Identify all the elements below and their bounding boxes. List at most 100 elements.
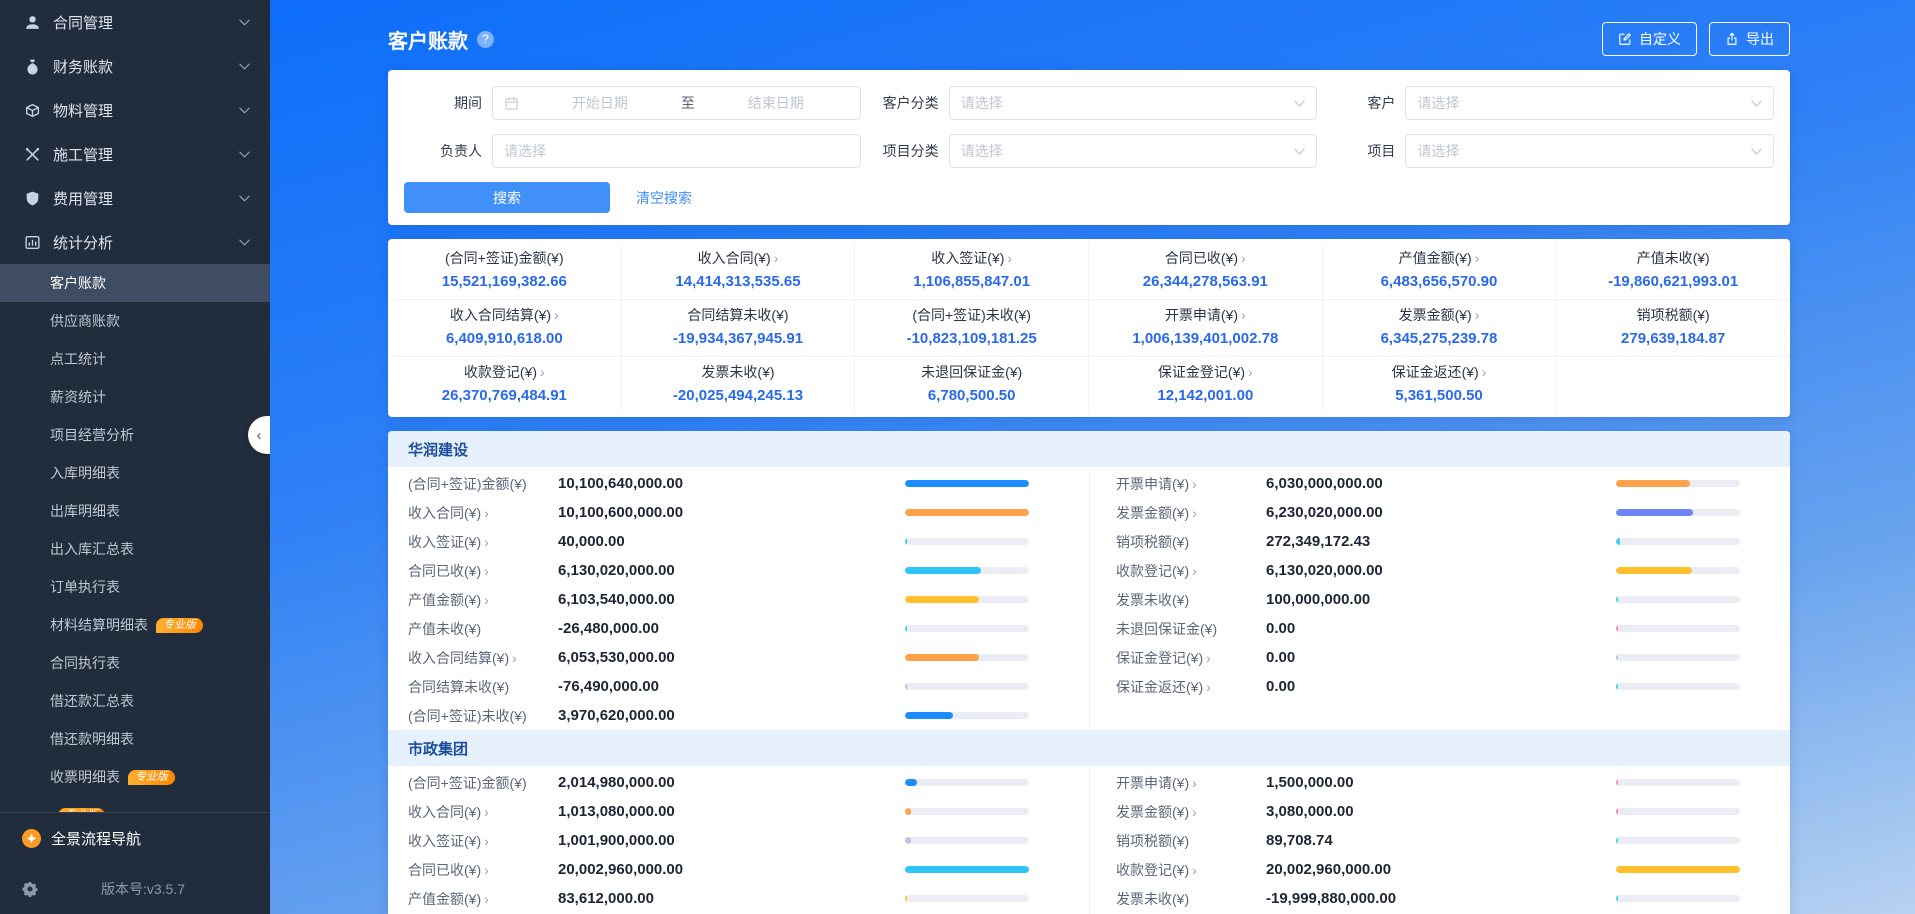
sidebar-subitem[interactable]: 材料结算明细表专业版 xyxy=(0,606,270,644)
sidebar-subitem[interactable]: 借还款汇总表 xyxy=(0,682,270,720)
metric-label[interactable]: 开票申请(¥)› xyxy=(1116,474,1266,494)
summary-label[interactable]: 合同已收(¥)› xyxy=(1095,249,1316,268)
sidebar-item-contract[interactable]: 合同管理 xyxy=(0,0,270,44)
metric-row: 保证金登记(¥)›0.00 xyxy=(1116,643,1740,672)
sidebar-subitem[interactable]: 借还款明细表 xyxy=(0,720,270,758)
summary-label[interactable]: 开票申请(¥)› xyxy=(1095,306,1316,325)
sidebar-item-finance[interactable]: 财务账款 xyxy=(0,44,270,88)
sidebar-subitem[interactable]: 订单执行表 xyxy=(0,568,270,606)
metric-bar xyxy=(1616,596,1740,603)
export-button[interactable]: 导出 xyxy=(1709,22,1790,56)
summary-cell: 保证金登记(¥)›12,142,001.00 xyxy=(1089,357,1323,413)
chevron-right-icon: › xyxy=(484,891,489,907)
metric-value: 272,349,172.43 xyxy=(1266,533,1606,550)
sidebar-subitem[interactable]: 点工统计 xyxy=(0,340,270,378)
help-icon[interactable]: ? xyxy=(477,31,494,48)
metric-label[interactable]: 收入合同结算(¥)› xyxy=(408,648,558,668)
main-content: 客户账款 ? 自定义 导出 期间 开始 xyxy=(270,0,1915,914)
sidebar-subitem[interactable]: 薪资统计 xyxy=(0,378,270,416)
metric-bar xyxy=(905,538,1029,545)
customize-button[interactable]: 自定义 xyxy=(1602,22,1697,56)
metric-label[interactable]: 发票金额(¥)› xyxy=(1116,503,1266,523)
filter-panel: 期间 开始日期 至 结束日期 客户分类 请选择 xyxy=(388,70,1790,225)
chart-icon xyxy=(24,234,41,251)
select-placeholder: 请选择 xyxy=(1417,141,1459,161)
metric-label[interactable]: 开票申请(¥)› xyxy=(1116,773,1266,793)
metric-label: 销项税额(¥) xyxy=(1116,831,1266,851)
summary-label: 未退回保证金(¥) xyxy=(861,363,1082,382)
sidebar-item-stats[interactable]: 统计分析 xyxy=(0,220,270,264)
metric-label[interactable]: 收款登记(¥)› xyxy=(1116,860,1266,880)
chevron-right-icon: › xyxy=(1475,307,1480,323)
date-range-input[interactable]: 开始日期 至 结束日期 xyxy=(492,86,861,120)
sidebar-subitem[interactable]: 专业版 xyxy=(0,796,270,813)
metric-label[interactable]: 收入合同(¥)› xyxy=(408,802,558,822)
owner-select[interactable]: 请选择 xyxy=(492,134,861,168)
sidebar-item-expense[interactable]: 费用管理 xyxy=(0,176,270,220)
summary-cell: 合同已收(¥)›26,344,278,563.91 xyxy=(1089,243,1323,300)
chevron-right-icon: › xyxy=(1248,364,1253,380)
gear-icon[interactable] xyxy=(22,881,38,897)
summary-cell: 开票申请(¥)›1,006,139,401,002.78 xyxy=(1089,300,1323,357)
chevron-right-icon: › xyxy=(484,563,489,579)
sidebar-subitem[interactable]: 收票明细表专业版 xyxy=(0,758,270,796)
summary-label[interactable]: 保证金登记(¥)› xyxy=(1095,363,1316,382)
metric-label[interactable]: 合同已收(¥)› xyxy=(408,860,558,880)
sidebar-subitem[interactable]: 项目经营分析 xyxy=(0,416,270,454)
summary-value: -19,934,367,945.91 xyxy=(628,329,849,349)
metric-bar-fill xyxy=(905,837,911,844)
metric-row: 开票申请(¥)›1,500,000.00 xyxy=(1116,768,1740,797)
sidebar-subitem[interactable]: 合同执行表 xyxy=(0,644,270,682)
clear-search-link[interactable]: 清空搜索 xyxy=(636,188,692,208)
customer-category-select[interactable]: 请选择 xyxy=(949,86,1318,120)
project-select[interactable]: 请选择 xyxy=(1405,134,1774,168)
search-button[interactable]: 搜索 xyxy=(404,182,610,213)
summary-label[interactable]: 产值金额(¥)› xyxy=(1329,249,1550,268)
metric-label[interactable]: 收入合同(¥)› xyxy=(408,503,558,523)
metric-value: 1,013,080,000.00 xyxy=(558,803,895,820)
metric-label[interactable]: 保证金返还(¥)› xyxy=(1116,677,1266,697)
metric-bar-fill xyxy=(1616,866,1740,873)
metric-label[interactable]: 收入签证(¥)› xyxy=(408,831,558,851)
metric-row: 产值金额(¥)›6,103,540,000.00 xyxy=(408,585,1029,614)
sidebar-item-panorama-nav[interactable]: 全景流程导航 xyxy=(0,813,270,863)
metric-bar xyxy=(1616,779,1740,786)
summary-cell: 收款登记(¥)›26,370,769,484.91 xyxy=(388,357,622,413)
summary-label[interactable]: 收入签证(¥)› xyxy=(861,249,1082,268)
metric-label[interactable]: 产值金额(¥)› xyxy=(408,889,558,909)
filter-grid: 期间 开始日期 至 结束日期 客户分类 请选择 xyxy=(404,86,1774,168)
summary-label[interactable]: 收入合同(¥)› xyxy=(628,249,849,268)
sidebar-subitem[interactable]: 入库明细表 xyxy=(0,454,270,492)
sidebar-subitem[interactable]: 供应商账款 xyxy=(0,302,270,340)
metric-label[interactable]: 收款登记(¥)› xyxy=(1116,561,1266,581)
sidebar-subitem[interactable]: 客户账款 xyxy=(0,264,270,302)
metric-label[interactable]: 发票金额(¥)› xyxy=(1116,802,1266,822)
customer-select[interactable]: 请选择 xyxy=(1405,86,1774,120)
summary-label[interactable]: 收入合同结算(¥)› xyxy=(394,306,615,325)
metric-row: 收入合同结算(¥)›6,053,530,000.00 xyxy=(408,643,1029,672)
summary-label: 销项税额(¥) xyxy=(1562,306,1784,325)
metric-value: -19,999,880,000.00 xyxy=(1266,890,1606,907)
project-category-select[interactable]: 请选择 xyxy=(949,134,1318,168)
metric-value: 0.00 xyxy=(1266,620,1606,637)
metric-label[interactable]: 合同已收(¥)› xyxy=(408,561,558,581)
metric-bar xyxy=(1616,808,1740,815)
metric-bar xyxy=(905,866,1029,873)
chevron-down-icon xyxy=(1751,100,1762,107)
summary-value: 5,361,500.50 xyxy=(1329,386,1550,406)
metric-bar xyxy=(905,895,1029,902)
summary-label[interactable]: 发票金额(¥)› xyxy=(1329,306,1550,325)
sidebar-subitem[interactable]: 出库明细表 xyxy=(0,492,270,530)
metric-label[interactable]: 产值金额(¥)› xyxy=(408,590,558,610)
metrics-column-right: 开票申请(¥)›6,030,000,000.00发票金额(¥)›6,230,02… xyxy=(1089,469,1770,730)
summary-label[interactable]: 保证金返还(¥)› xyxy=(1329,363,1550,382)
sidebar-item-construction[interactable]: 施工管理 xyxy=(0,132,270,176)
sidebar-subitem[interactable]: 出入库汇总表 xyxy=(0,530,270,568)
summary-cell: 发票金额(¥)›6,345,275,239.78 xyxy=(1323,300,1557,357)
chevron-right-icon: › xyxy=(1192,862,1197,878)
metric-label[interactable]: 保证金登记(¥)› xyxy=(1116,648,1266,668)
owner-label: 负责人 xyxy=(404,141,482,161)
summary-label[interactable]: 收款登记(¥)› xyxy=(394,363,615,382)
sidebar-item-material[interactable]: 物料管理 xyxy=(0,88,270,132)
metric-label[interactable]: 收入签证(¥)› xyxy=(408,532,558,552)
